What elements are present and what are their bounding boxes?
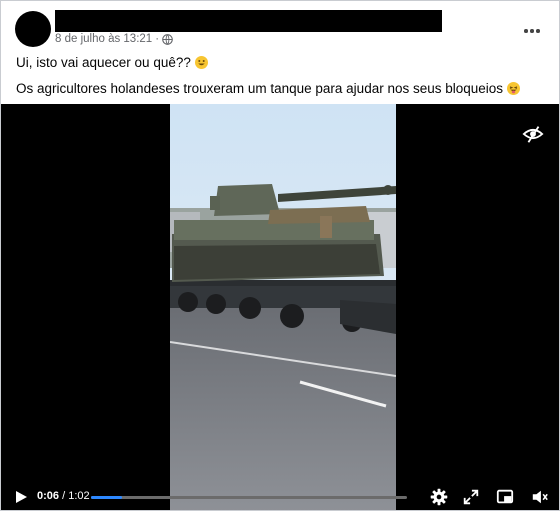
fullscreen-icon[interactable] xyxy=(462,488,480,506)
picture-in-picture-icon[interactable] xyxy=(496,488,514,506)
meta-separator: · xyxy=(155,33,160,45)
video-controls: 0:06 / 1:02 xyxy=(1,482,559,510)
globe-icon xyxy=(162,33,173,45)
duration: 1:02 xyxy=(68,490,90,502)
author-name-redacted[interactable] xyxy=(55,10,442,32)
post-text-1: Ui, isto vai aquecer ou quê?? xyxy=(16,55,191,70)
eye-slash-icon[interactable] xyxy=(522,123,544,145)
progress-bar[interactable] xyxy=(91,496,407,499)
post-card: 8 de julho às 13:21 · Ui, isto vai aquec… xyxy=(0,0,560,511)
video-player[interactable]: 0:06 / 1:02 xyxy=(1,104,559,510)
avatar[interactable] xyxy=(15,11,51,47)
post-text-line-1: Ui, isto vai aquecer ou quê?? xyxy=(16,55,208,70)
play-icon[interactable] xyxy=(14,490,28,504)
video-time: 0:06 / 1:02 xyxy=(37,490,90,502)
current-time: 0:06 xyxy=(37,490,60,502)
video-frame[interactable] xyxy=(170,104,396,510)
post-text-2: Os agricultores holandeses trouxeram um … xyxy=(16,81,504,96)
grinning-face-emoji xyxy=(194,56,208,69)
settings-icon[interactable] xyxy=(430,488,448,506)
post-timestamp[interactable]: 8 de julho às 13:21 xyxy=(55,33,152,45)
video-thumbnail xyxy=(170,104,396,510)
post-meta: 8 de julho às 13:21 · xyxy=(55,33,173,45)
progress-fill xyxy=(91,496,122,499)
post-text-line-2: Os agricultores holandeses trouxeram um … xyxy=(16,81,521,96)
time-separator: / xyxy=(59,490,69,502)
volume-icon[interactable] xyxy=(531,488,549,506)
more-options-icon[interactable] xyxy=(519,21,545,41)
tongue-winking-face-emoji xyxy=(507,82,521,95)
